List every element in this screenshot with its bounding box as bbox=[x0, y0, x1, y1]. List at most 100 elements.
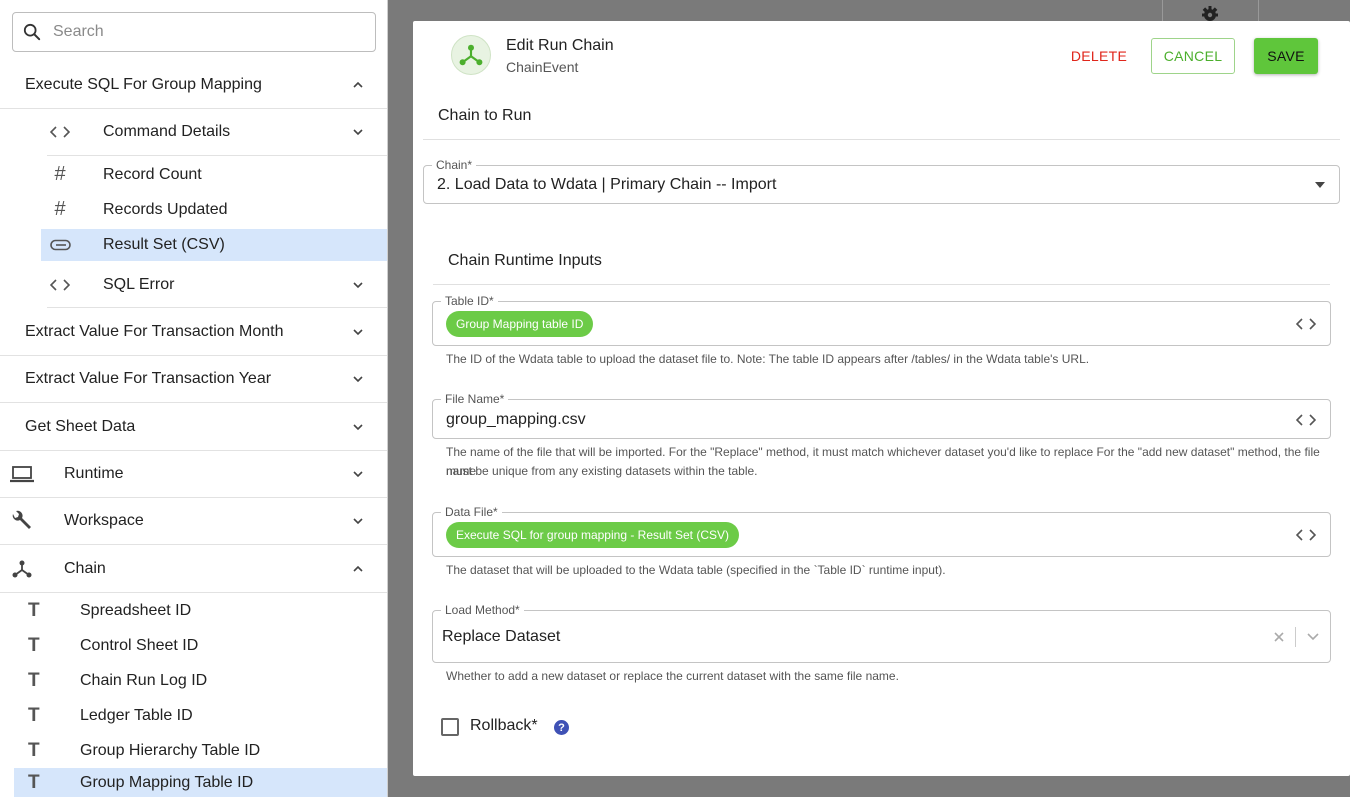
chevron-down-icon[interactable] bbox=[352, 326, 364, 338]
chain-icon bbox=[12, 560, 32, 577]
sidebar-item-label: Ledger Table ID bbox=[80, 706, 193, 724]
search-box[interactable] bbox=[12, 12, 376, 52]
text-icon: T bbox=[28, 669, 40, 691]
sidebar-group-chain[interactable]: Chain bbox=[0, 545, 387, 593]
search-icon bbox=[23, 23, 41, 41]
sidebar-item-group-hierarchy-table-id[interactable]: T Group Hierarchy Table ID bbox=[14, 733, 387, 768]
table-id-help: The ID of the Wdata table to upload the … bbox=[446, 352, 1090, 366]
sidebar-item-label: Extract Value For Transaction Year bbox=[25, 370, 272, 387]
sidebar-group-runtime[interactable]: Runtime bbox=[0, 451, 387, 498]
sidebar-item-label: Record Count bbox=[103, 165, 202, 183]
chevron-down-icon[interactable] bbox=[352, 373, 364, 385]
sidebar-item-records-updated[interactable]: # Records Updated bbox=[41, 192, 387, 227]
sidebar-group-workspace[interactable]: Workspace bbox=[0, 498, 387, 545]
code-icon bbox=[50, 126, 70, 138]
gear-icon[interactable] bbox=[1200, 4, 1220, 22]
sidebar-item-control-sheet-id[interactable]: T Control Sheet ID bbox=[14, 628, 387, 663]
laptop-icon bbox=[10, 466, 34, 483]
sidebar-item-ledger-table-id[interactable]: T Ledger Table ID bbox=[14, 698, 387, 733]
sidebar-item-command-details[interactable]: Command Details bbox=[47, 109, 387, 156]
sidebar-item-chain-run-log-id[interactable]: T Chain Run Log ID bbox=[14, 663, 387, 698]
load-method-value: Replace Dataset bbox=[442, 628, 561, 645]
sidebar-item-label: Result Set (CSV) bbox=[103, 236, 225, 253]
sidebar-group-execute-sql[interactable]: Execute SQL For Group Mapping bbox=[0, 62, 387, 109]
sidebar-item-label: Command Details bbox=[103, 123, 231, 140]
sidebar-item-label: Chain Run Log ID bbox=[80, 671, 208, 689]
table-id-chip[interactable]: Group Mapping table ID bbox=[446, 311, 594, 337]
save-button[interactable]: SAVE bbox=[1254, 38, 1318, 74]
dialog-subtitle: ChainEvent bbox=[506, 59, 579, 75]
text-icon: T bbox=[28, 771, 40, 793]
clear-icon[interactable] bbox=[1274, 632, 1284, 642]
rollback-checkbox[interactable] bbox=[441, 718, 459, 736]
table-id-field[interactable]: Table ID* Group Mapping table ID bbox=[432, 294, 1331, 346]
file-name-help-line2: must be unique from any existing dataset… bbox=[446, 464, 758, 478]
sidebar-item-label: Group Mapping Table ID bbox=[80, 773, 254, 791]
divider bbox=[433, 284, 1330, 285]
section-heading-runtime-inputs: Chain Runtime Inputs bbox=[448, 252, 602, 269]
file-name-field[interactable]: File Name* group_mapping.csv bbox=[432, 392, 1331, 439]
chain-select-value: 2. Load Data to Wdata | Primary Chain --… bbox=[437, 176, 777, 193]
text-icon: T bbox=[28, 634, 40, 656]
sidebar-item-sql-error[interactable]: SQL Error bbox=[47, 262, 387, 308]
sidebar-item-label: Chain bbox=[64, 559, 106, 577]
file-name-value[interactable]: group_mapping.csv bbox=[446, 411, 586, 429]
sidebar-item-label: Extract Value For Transaction Month bbox=[25, 323, 284, 340]
code-icon[interactable] bbox=[1296, 528, 1316, 542]
code-icon[interactable] bbox=[1296, 413, 1316, 427]
sidebar-group-extract-month[interactable]: Extract Value For Transaction Month bbox=[0, 309, 387, 356]
sidebar-item-label: SQL Error bbox=[103, 275, 175, 293]
sidebar-item-label: Records Updated bbox=[103, 200, 228, 218]
file-name-label: File Name* bbox=[441, 392, 509, 406]
text-icon: T bbox=[28, 739, 40, 761]
chevron-down-icon[interactable] bbox=[352, 468, 364, 480]
dropdown-arrow-icon[interactable] bbox=[1315, 182, 1325, 188]
chevron-down-icon[interactable] bbox=[352, 126, 364, 138]
hash-icon: # bbox=[54, 198, 66, 220]
sidebar-item-label: Runtime bbox=[64, 465, 124, 482]
sidebar-group-get-sheet-data[interactable]: Get Sheet Data bbox=[0, 403, 387, 451]
data-file-chip[interactable]: Execute SQL for group mapping - Result S… bbox=[446, 522, 740, 548]
sidebar-item-label: Execute SQL For Group Mapping bbox=[25, 76, 262, 93]
chevron-up-icon[interactable] bbox=[352, 563, 364, 575]
chevron-down-icon[interactable] bbox=[1307, 633, 1319, 641]
sidebar-group-extract-year[interactable]: Extract Value For Transaction Year bbox=[0, 356, 387, 403]
search-input[interactable] bbox=[53, 23, 353, 41]
code-icon bbox=[50, 278, 70, 291]
chevron-down-icon[interactable] bbox=[352, 421, 364, 433]
data-file-label: Data File* bbox=[441, 505, 502, 519]
load-method-select[interactable]: Load Method* Replace Dataset bbox=[432, 603, 1331, 663]
sidebar-item-result-set-csv[interactable]: Result Set (CSV) bbox=[41, 229, 387, 261]
sidebar-item-label: Group Hierarchy Table ID bbox=[80, 741, 261, 759]
sidebar-item-spreadsheet-id[interactable]: T Spreadsheet ID bbox=[14, 593, 387, 628]
rollback-label: Rollback* bbox=[470, 717, 538, 734]
paperclip-icon bbox=[50, 239, 71, 251]
hash-icon: # bbox=[54, 163, 66, 185]
text-icon: T bbox=[28, 599, 40, 621]
sidebar-item-record-count[interactable]: # Record Count bbox=[41, 157, 387, 192]
toolbar-divider bbox=[1258, 0, 1259, 22]
toolbar-divider bbox=[1162, 0, 1163, 22]
edit-run-chain-dialog: Edit Run Chain ChainEvent DELETE CANCEL … bbox=[413, 21, 1350, 776]
text-icon: T bbox=[28, 704, 40, 726]
chevron-down-icon[interactable] bbox=[352, 279, 364, 291]
sidebar-item-label: Workspace bbox=[64, 512, 144, 529]
delete-button[interactable]: DELETE bbox=[1063, 38, 1135, 74]
help-icon[interactable]: ? bbox=[554, 720, 569, 735]
table-id-label: Table ID* bbox=[441, 294, 498, 308]
section-heading-chain-to-run: Chain to Run bbox=[438, 107, 532, 124]
chain-select-label: Chain* bbox=[432, 158, 477, 172]
data-file-field[interactable]: Data File* Execute SQL for group mapping… bbox=[432, 505, 1331, 557]
sidebar-item-group-mapping-table-id[interactable]: T Group Mapping Table ID bbox=[14, 768, 387, 797]
sidebar-item-label: Get Sheet Data bbox=[25, 417, 136, 435]
divider bbox=[423, 139, 1340, 140]
load-method-label: Load Method* bbox=[441, 603, 524, 617]
dialog-title: Edit Run Chain bbox=[506, 37, 614, 54]
select-divider bbox=[1295, 627, 1296, 647]
code-icon[interactable] bbox=[1296, 317, 1316, 331]
chevron-up-icon[interactable] bbox=[352, 79, 364, 91]
chevron-down-icon[interactable] bbox=[352, 515, 364, 527]
sidebar-item-label: Control Sheet ID bbox=[80, 636, 199, 654]
cancel-button[interactable]: CANCEL bbox=[1151, 38, 1235, 74]
chain-select[interactable]: Chain* 2. Load Data to Wdata | Primary C… bbox=[423, 158, 1340, 204]
